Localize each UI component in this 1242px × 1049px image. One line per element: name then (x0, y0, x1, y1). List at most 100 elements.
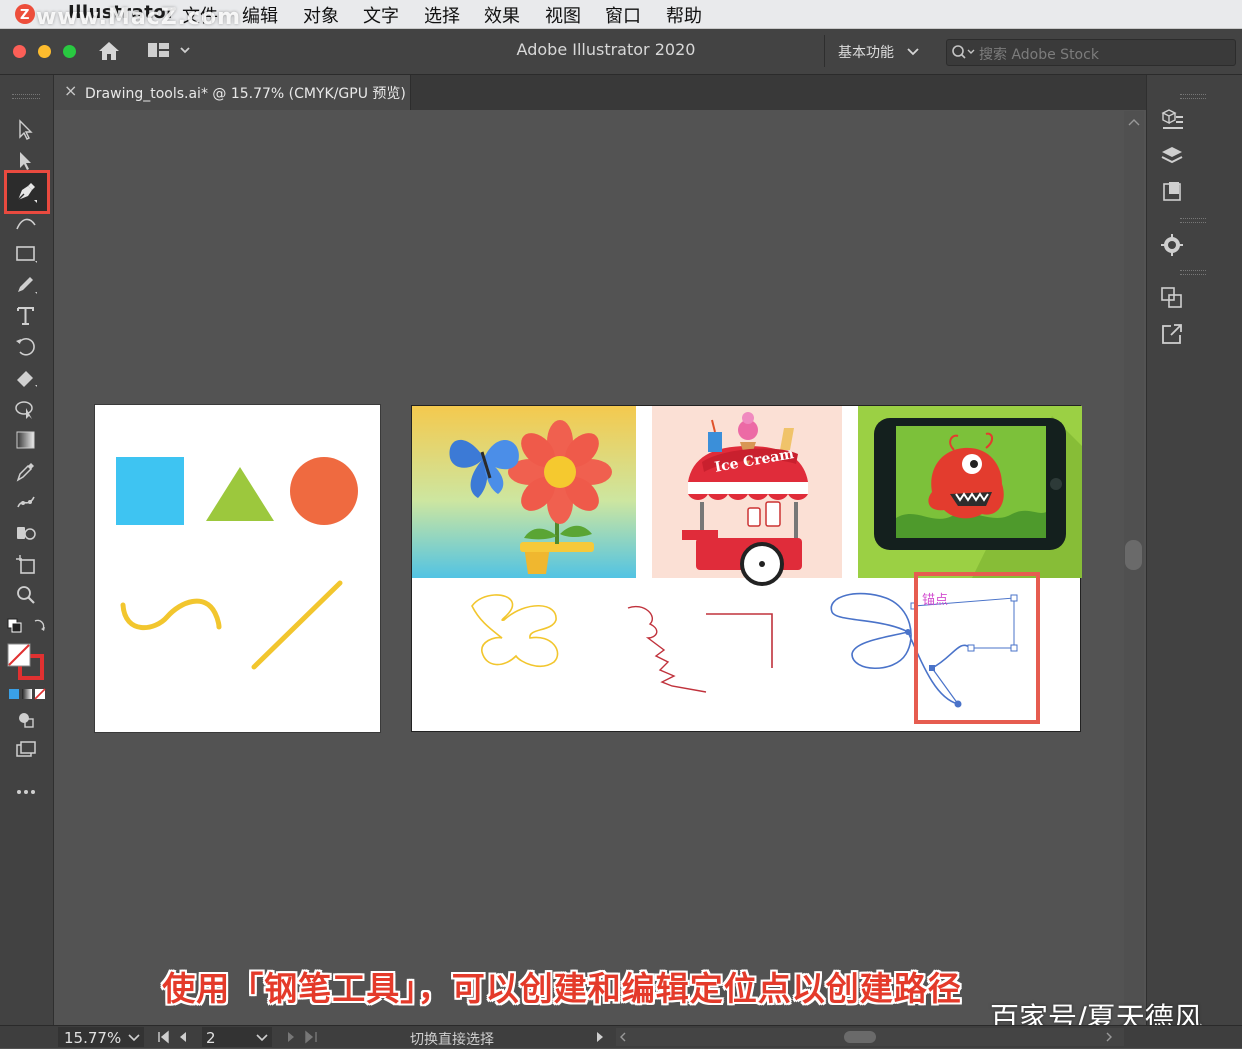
workspace-switcher[interactable]: 基本功能 (824, 35, 929, 67)
green-triangle[interactable] (206, 467, 274, 521)
layers-panel-button[interactable] (1158, 142, 1186, 170)
vertical-scroll-thumb[interactable] (1125, 540, 1142, 570)
first-previous-artboard-icon[interactable] (156, 1030, 196, 1044)
draw-modes-icon (19, 713, 34, 728)
libraries-panel-button[interactable] (1158, 178, 1186, 206)
dock-grip-2[interactable] (1180, 218, 1206, 223)
red-zigzag-path[interactable] (627, 605, 707, 693)
draw-mode-button[interactable] (10, 705, 42, 733)
yellow-line[interactable] (251, 580, 343, 670)
properties-panel-button[interactable] (1158, 106, 1186, 134)
yellow-scribble-path[interactable] (471, 594, 559, 667)
fill-stroke-controls[interactable] (5, 617, 49, 637)
gradient-icon (16, 431, 35, 449)
site-watermark: www.MacZ.com (36, 5, 242, 30)
anchor-point-highlight (914, 572, 1040, 724)
color-mode-buttons[interactable] (8, 686, 46, 700)
rotate-icon (16, 337, 35, 356)
horizontal-scrollbar[interactable] (616, 1028, 1124, 1046)
red-corner-path[interactable] (706, 613, 773, 668)
menu-view[interactable]: 视图 (545, 2, 581, 28)
scroll-up-icon[interactable] (1127, 117, 1141, 127)
rotate-tool[interactable] (10, 333, 42, 361)
gradient-tool[interactable] (10, 426, 42, 454)
zoom-level-field[interactable]: 15.77% (58, 1027, 144, 1047)
yellow-s-curve[interactable] (120, 598, 222, 631)
eraser-icon (17, 371, 37, 387)
curvature-icon (16, 218, 36, 230)
pen-tool[interactable] (10, 178, 42, 206)
document-tab-label: Drawing_tools.ai* @ 15.77% (CMYK/GPU 预览) (85, 86, 406, 102)
search-placeholder: 搜索 Adobe Stock (979, 47, 1099, 63)
pencil-tool[interactable] (10, 271, 42, 299)
blue-square[interactable] (116, 457, 184, 525)
libraries-icon (1163, 182, 1181, 201)
menu-effect[interactable]: 效果 (484, 2, 520, 28)
artboard-tool[interactable] (10, 550, 42, 578)
status-bar: 15.77% 2 切换直接选择 (0, 1025, 1242, 1048)
chevron-down-icon (907, 48, 919, 56)
layers-icon (1161, 147, 1183, 164)
dock-grip[interactable] (1180, 94, 1206, 99)
orange-circle[interactable] (290, 457, 358, 525)
menu-window[interactable]: 窗口 (605, 2, 641, 28)
toolbar-grip[interactable] (12, 94, 40, 99)
fill-stroke-swatch[interactable] (6, 642, 46, 680)
direct-selection-arrow-icon (20, 152, 31, 170)
eraser-tool[interactable] (10, 364, 42, 392)
fill-none-stroke-red-icon (7, 643, 44, 680)
curvature-tool[interactable] (10, 214, 42, 232)
symbol-sprayer-tool[interactable] (10, 519, 42, 547)
menu-select[interactable]: 选择 (424, 2, 460, 28)
screen-mode-icon (16, 741, 36, 757)
title-bar: Adobe Illustrator 2020 基本功能 搜索 Adobe Sto… (0, 29, 1242, 75)
artboard-number-field[interactable]: 2 (202, 1027, 272, 1047)
shape-builder-tool[interactable] (10, 395, 42, 423)
artboard-basic-shapes[interactable] (95, 405, 380, 732)
menu-edit[interactable]: 编辑 (242, 2, 278, 28)
pencil-icon (18, 277, 37, 294)
status-info-text[interactable]: 切换直接选择 (410, 1029, 494, 1049)
selection-arrow-icon (19, 119, 33, 140)
status-menu-arrow-icon[interactable] (594, 1031, 606, 1043)
stock-search-input[interactable]: 搜索 Adobe Stock (946, 39, 1236, 66)
puppet-warp-icon (17, 496, 35, 508)
anchor-point[interactable] (905, 629, 911, 635)
document-tab[interactable]: × Drawing_tools.ai* @ 15.77% (CMYK/GPU 预… (54, 75, 411, 110)
dock-grip-3[interactable] (1180, 270, 1206, 275)
tutorial-caption: 使用「钢笔工具」，可以创建和编辑定位点以创建路径 (162, 969, 962, 1008)
type-tool[interactable] (10, 302, 42, 330)
blend-tool[interactable] (10, 488, 42, 516)
basic-shapes-artwork (116, 457, 358, 670)
eyedropper-tool[interactable] (10, 457, 42, 485)
edit-toolbar-button[interactable] (10, 778, 42, 806)
close-tab-button[interactable]: × (64, 81, 77, 100)
zoom-tool[interactable] (10, 581, 42, 609)
workspace-label: 基本功能 (838, 45, 894, 61)
flower-illustration[interactable] (412, 406, 636, 578)
export-panel-button[interactable] (1158, 320, 1186, 348)
selection-tool[interactable] (10, 116, 42, 144)
zoom-level-value: 15.77% (64, 1029, 122, 1047)
chevron-down-icon (128, 1034, 140, 1042)
menu-object[interactable]: 对象 (303, 2, 339, 28)
menu-type[interactable]: 文字 (363, 2, 399, 28)
apple-logo-icon[interactable]: Z (14, 3, 36, 25)
screen-mode-button[interactable] (10, 736, 42, 764)
rectangle-tool[interactable] (10, 240, 42, 268)
horizontal-scroll-thumb[interactable] (844, 1031, 876, 1043)
color-gradient-none-icon (9, 688, 46, 700)
artboard-icon (16, 555, 35, 574)
artboard-number-value: 2 (206, 1029, 216, 1047)
scroll-right-icon[interactable] (1104, 1031, 1114, 1043)
scroll-left-icon[interactable] (618, 1031, 628, 1043)
menu-help[interactable]: 帮助 (666, 2, 702, 28)
export-icon (1162, 324, 1182, 344)
ice-cream-cart-illustration[interactable]: Ice Cream (652, 406, 842, 586)
monster-tablet-illustration[interactable] (858, 406, 1082, 578)
appearance-panel-button[interactable] (1158, 231, 1186, 259)
document-tab-bar: × Drawing_tools.ai* @ 15.77% (CMYK/GPU 预… (54, 75, 1146, 110)
direct-selection-tool[interactable] (10, 147, 42, 175)
next-last-artboard-icon[interactable] (284, 1030, 324, 1044)
transform-panel-button[interactable] (1158, 284, 1186, 312)
